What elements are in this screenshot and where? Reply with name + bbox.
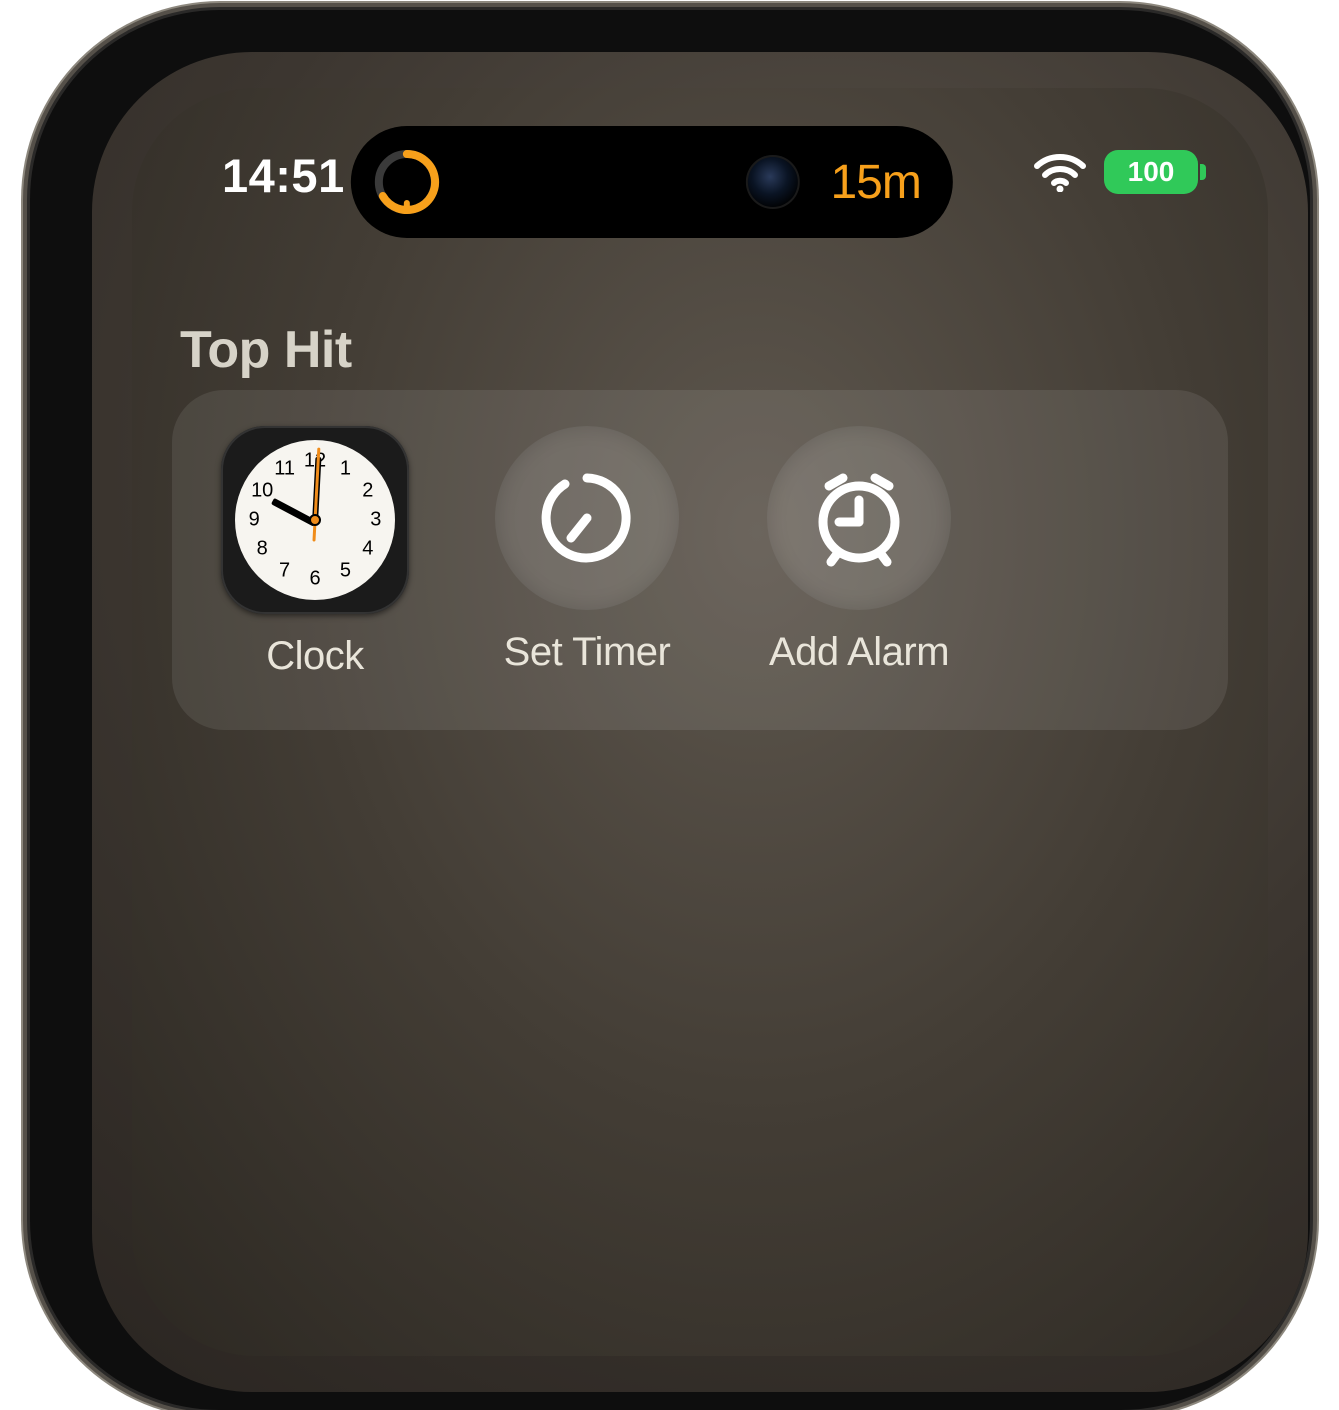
search-result-label: Clock	[266, 634, 364, 679]
section-title-top-hit: Top Hit	[180, 320, 352, 380]
device-bezel: 14:51 15m	[92, 52, 1308, 1392]
screen: 14:51 15m	[132, 88, 1268, 1356]
alarm-icon	[767, 426, 951, 610]
timer-remaining-label: 15m	[830, 155, 920, 210]
front-camera-icon	[746, 155, 800, 209]
dynamic-island[interactable]: 15m	[351, 126, 953, 238]
search-result-set-timer[interactable]: Set Timer	[492, 426, 682, 675]
status-time: 14:51	[222, 148, 345, 203]
battery-indicator: 100	[1104, 150, 1198, 194]
clock-face-icon: 12 1 2 3 4 5 6 7 8 9 10 11	[235, 440, 395, 600]
timer-progress-ring-icon	[373, 148, 441, 216]
search-result-add-alarm[interactable]: Add Alarm	[764, 426, 954, 675]
search-result-label: Set Timer	[504, 630, 671, 675]
device-frame: 14:51 15m	[30, 10, 1310, 1410]
clock-app-icon: 12 1 2 3 4 5 6 7 8 9 10 11	[221, 426, 409, 614]
top-hit-card: 12 1 2 3 4 5 6 7 8 9 10 11	[172, 390, 1228, 730]
status-right-cluster: 100	[1034, 150, 1198, 194]
wifi-icon	[1034, 152, 1086, 192]
search-result-label: Add Alarm	[769, 630, 949, 675]
timer-icon	[495, 426, 679, 610]
battery-level-label: 100	[1128, 156, 1175, 188]
search-result-clock[interactable]: 12 1 2 3 4 5 6 7 8 9 10 11	[220, 426, 410, 679]
